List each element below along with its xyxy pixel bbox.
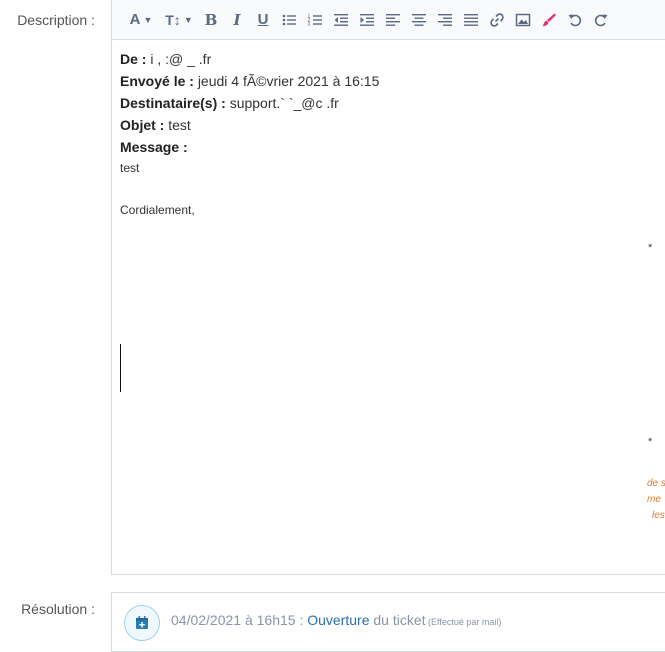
orange-text-snippet: de s [647,478,665,489]
calendar-plus-icon [124,605,160,641]
image-button[interactable] [512,9,534,31]
link-button[interactable] [486,9,508,31]
orange-text-snippet: les [652,510,665,521]
underline-icon: U [257,11,269,28]
align-justify-icon [464,13,478,26]
message-line: Message : [120,136,665,158]
description-label: Description : [17,12,95,28]
resolution-rest: du ticket [369,612,426,628]
underline-button[interactable]: U [252,9,274,31]
subject-label: Objet : [120,117,165,133]
image-icon [515,13,531,26]
text-height-icon: T↕ [165,11,181,28]
message-body-line-2: Cordialement, [120,203,195,217]
resolution-label: Résolution : [21,601,95,617]
text-height-dropdown[interactable]: T↕ ▼ [162,9,196,31]
sent-value: jeudi 4 fÃ©vrier 2021 à 16:15 [197,73,380,89]
recipients-line: Destinataire(s) : support.` `_@c .fr [120,92,665,114]
indent-icon [360,13,374,26]
svg-text:3: 3 [308,21,311,27]
sent-label: Envoyé le : [120,73,194,89]
chevron-down-icon: ▼ [143,14,153,25]
redo-icon [594,14,608,26]
outdent-icon [334,13,348,26]
subject-line: Objet : test [120,114,665,136]
opening-link[interactable]: Ouverture [307,612,369,628]
link-icon [490,12,504,27]
resolution-entry: 04/02/2021 à 16h15 : Ouverture du ticket… [171,612,501,628]
bullet-list-icon [282,14,296,25]
undo-icon [568,14,582,26]
align-left-button[interactable] [382,9,404,31]
subject-value: test [168,117,191,133]
message-body-line-1: test [120,161,140,175]
align-center-icon [412,13,426,26]
highlight-button[interactable] [538,9,560,31]
asterisk-mark: * [648,436,653,448]
font-size-dropdown[interactable]: A ▼ [124,9,158,31]
align-right-icon [438,13,452,26]
recipients-value: support.` `_@c .fr [229,95,339,111]
message-label: Message : [120,139,188,155]
numbered-list-button[interactable]: 123 [304,9,326,31]
bold-icon: B [204,10,218,29]
align-justify-button[interactable] [460,9,482,31]
indent-button[interactable] [356,9,378,31]
editor-content[interactable]: De : i , :@ _ .fr Envoyé le : jeudi 4 fÃ… [112,40,665,392]
paintbrush-icon [542,13,556,26]
numbered-list-icon: 123 [308,13,322,27]
resolution-note: (Effectué par mail) [425,617,502,627]
bullet-list-button[interactable] [278,9,300,31]
recipients-label: Destinataire(s) : [120,95,226,111]
from-value: i , :@ _ .fr [150,51,212,67]
description-editor[interactable]: A ▼ T↕ ▼ B I U 123 De: i ,:@ _ .fr Env… [111,0,665,575]
orange-text-snippet: me [647,494,661,505]
italic-icon: I [233,10,241,29]
outdent-button[interactable] [330,9,352,31]
from-label: De : [120,51,147,67]
resolution-date: 04/02/2021 à 16h15 [171,612,296,628]
asterisk-mark: * [648,242,653,254]
font-size-icon: A [129,11,141,28]
editor-toolbar: A ▼ T↕ ▼ B I U 123 [112,0,665,40]
redo-button[interactable] [590,9,612,31]
from-line: De : i , :@ _ .fr [120,48,665,70]
bold-button[interactable]: B [200,9,222,31]
resolution-timeline: 04/02/2021 à 16h15 : Ouverture du ticket… [111,592,665,652]
align-left-icon [386,13,400,26]
align-center-button[interactable] [408,9,430,31]
text-caret [120,344,121,392]
chevron-down-icon: ▼ [183,14,193,25]
separator: : [295,612,308,628]
italic-button[interactable]: I [226,9,248,31]
sent-line: Envoyé le : jeudi 4 fÃ©vrier 2021 à 16:1… [120,70,665,92]
undo-button[interactable] [564,9,586,31]
align-right-button[interactable] [434,9,456,31]
